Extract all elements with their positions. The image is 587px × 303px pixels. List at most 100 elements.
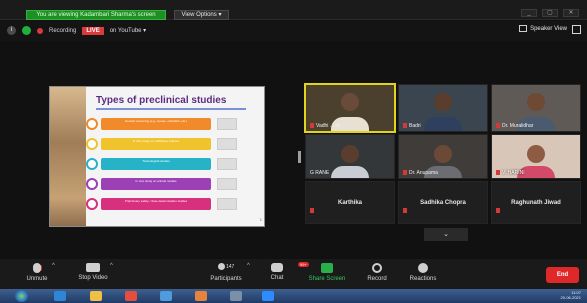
slide-thumbnail bbox=[217, 178, 237, 190]
fullscreen-icon[interactable] bbox=[572, 25, 581, 34]
participant-name-tile[interactable]: Karthika bbox=[305, 181, 395, 224]
shared-slide: Types of preclinical studies Genetic scr… bbox=[49, 86, 265, 227]
participant-face bbox=[341, 93, 359, 111]
internet-explorer-icon[interactable] bbox=[54, 291, 66, 301]
slide-title-rule bbox=[96, 108, 246, 110]
share-screen-button[interactable]: Share Screen bbox=[302, 263, 352, 282]
mic-muted-icon bbox=[496, 208, 500, 214]
mic-muted-icon bbox=[496, 170, 500, 176]
participant-mic-status bbox=[403, 202, 409, 220]
mic-muted-icon bbox=[403, 208, 407, 214]
meeting-header: i Recording LIVE on YouTube ▾ Speaker Vi… bbox=[0, 21, 587, 41]
bullet-icon bbox=[86, 118, 98, 130]
windows-start-icon[interactable] bbox=[15, 290, 28, 302]
smiley-icon bbox=[418, 263, 428, 273]
bullet-icon bbox=[86, 198, 98, 210]
slide-item-text: In vivo study on animal models bbox=[101, 178, 211, 190]
slide-item-text: Preliminary safety / dose determination … bbox=[101, 198, 211, 210]
participant-video-tile[interactable]: Badri bbox=[398, 84, 488, 132]
chevron-up-icon[interactable]: ^ bbox=[52, 263, 55, 269]
participant-mic-status bbox=[496, 202, 502, 220]
bullet-icon bbox=[86, 138, 98, 150]
video-camera-icon bbox=[86, 263, 100, 272]
slide-thumbnail bbox=[217, 118, 237, 130]
participant-video-tile[interactable]: Vadhi ... sh bbox=[304, 83, 396, 133]
participant-video-tile[interactable]: Dr. Anupama bbox=[398, 134, 488, 179]
slide-item-1: Genetic screening (e.g. mouse, zebrafish… bbox=[86, 117, 237, 131]
record-button[interactable]: Record bbox=[352, 263, 402, 282]
app-icon[interactable] bbox=[230, 291, 242, 301]
file-explorer-icon[interactable] bbox=[90, 291, 102, 301]
youtube-stream-dropdown[interactable]: on YouTube ▾ bbox=[110, 27, 147, 34]
mic-muted-icon bbox=[33, 263, 41, 273]
windows-taskbar: 11:07 20-06-2021 bbox=[0, 289, 587, 303]
maximize-button[interactable]: ▢ bbox=[542, 9, 558, 17]
slide-item-text: Genetic screening (e.g. mouse, zebrafish… bbox=[101, 118, 211, 130]
slide-thumbnail bbox=[217, 158, 237, 170]
participant-body bbox=[331, 166, 369, 178]
participant-mic-status bbox=[310, 202, 316, 220]
slide-item-4: In vivo study on animal models bbox=[86, 177, 237, 191]
record-label: Record bbox=[367, 276, 387, 282]
system-tray-clock[interactable]: 11:07 20-06-2021 bbox=[561, 290, 581, 300]
zoom-app-icon[interactable] bbox=[262, 291, 274, 301]
grid-icon bbox=[519, 25, 528, 32]
live-badge[interactable]: LIVE bbox=[82, 26, 104, 35]
chevron-up-icon[interactable]: ^ bbox=[110, 263, 113, 269]
bullet-icon bbox=[86, 158, 98, 170]
mic-muted-icon bbox=[310, 208, 314, 214]
participants-icon: 147 bbox=[218, 263, 234, 273]
close-button[interactable]: ✕ bbox=[563, 9, 579, 17]
slide-item-3: Toxicological studies bbox=[86, 157, 237, 171]
reactions-label: Reactions bbox=[409, 276, 437, 282]
firefox-icon[interactable] bbox=[195, 291, 207, 301]
participant-video-tile[interactable]: V. HARINI bbox=[491, 134, 581, 179]
participant-name-tile[interactable]: Raghunath Jiwad bbox=[491, 181, 581, 224]
participant-name: Raghunath Jiwad bbox=[511, 199, 561, 206]
record-icon bbox=[372, 263, 382, 273]
mic-muted-icon bbox=[496, 123, 500, 129]
chrome-icon[interactable] bbox=[125, 291, 137, 301]
recording-label: Recording bbox=[49, 27, 77, 34]
participants-count: 147 bbox=[226, 264, 235, 270]
chevron-down-icon[interactable]: ⌄ bbox=[424, 228, 468, 241]
shield-icon[interactable] bbox=[22, 26, 31, 35]
windows-app-icon[interactable] bbox=[160, 291, 172, 301]
slide-item-text: Toxicological studies bbox=[101, 158, 211, 170]
participant-face bbox=[527, 93, 545, 111]
meeting-status: i Recording LIVE on YouTube ▾ bbox=[7, 26, 146, 35]
slide-item-text: In vitro study on cell/tissue cultures bbox=[101, 138, 211, 150]
share-screen-label: Share Screen bbox=[308, 276, 346, 282]
slide-decorative-strip bbox=[50, 87, 86, 226]
participants-button[interactable]: 147 Participants bbox=[201, 263, 251, 282]
minimize-button[interactable]: _ bbox=[521, 9, 537, 17]
viewing-screen-badge[interactable]: You are viewing Kadambari Sharma's scree… bbox=[26, 10, 166, 20]
view-options-button[interactable]: View Options ▾ bbox=[174, 10, 229, 20]
participant-name: V. HARINI bbox=[496, 170, 525, 176]
slide-thumbnail bbox=[217, 198, 237, 210]
reactions-button[interactable]: Reactions bbox=[398, 263, 448, 282]
mic-muted-icon bbox=[403, 123, 407, 129]
window-controls: _ ▢ ✕ bbox=[521, 9, 579, 18]
participant-face bbox=[434, 93, 452, 111]
slide-title: Types of preclinical studies bbox=[96, 95, 227, 106]
split-drag-handle[interactable] bbox=[298, 151, 301, 163]
slide-content: Types of preclinical studies Genetic scr… bbox=[86, 87, 266, 226]
participant-video-tile[interactable]: Dr. Muralidhar bbox=[491, 84, 581, 132]
end-meeting-button[interactable]: End bbox=[546, 267, 579, 283]
participant-name: Dr. Anupama bbox=[403, 170, 438, 176]
participant-name-tile[interactable]: Sadhika Chopra bbox=[398, 181, 488, 224]
participant-face bbox=[527, 145, 545, 163]
slide-item-5: Preliminary safety / dose determination … bbox=[86, 197, 237, 211]
speaker-view-label: Speaker View bbox=[530, 25, 567, 32]
participant-name: Sadhika Chopra bbox=[420, 199, 466, 206]
chevron-up-icon[interactable]: ^ bbox=[247, 263, 250, 269]
participant-video-tile[interactable]: G RANE bbox=[305, 134, 395, 179]
speaker-view-button[interactable]: Speaker View bbox=[519, 25, 567, 32]
unmute-label: Unmute bbox=[26, 276, 48, 282]
participant-face bbox=[341, 145, 359, 163]
chat-button[interactable]: 99+ Chat bbox=[252, 262, 309, 281]
info-icon[interactable]: i bbox=[7, 26, 16, 35]
chat-icon: 99+ bbox=[271, 262, 309, 272]
participant-face bbox=[434, 145, 452, 163]
